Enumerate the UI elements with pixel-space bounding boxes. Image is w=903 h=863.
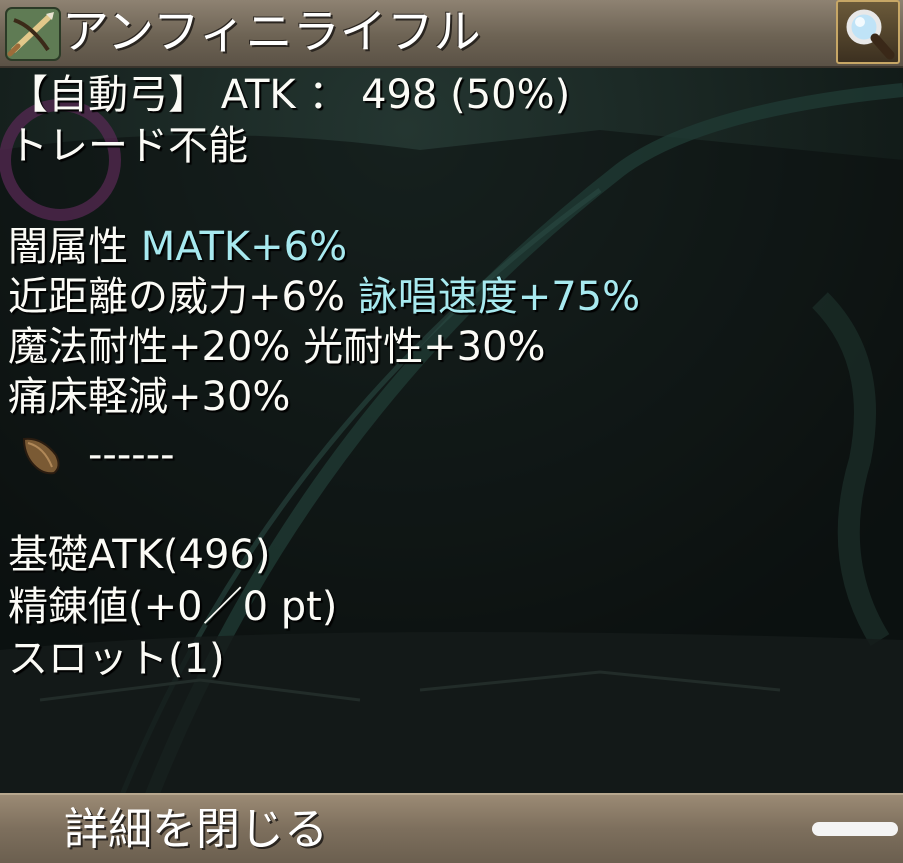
close-details-button[interactable]: 詳細を閉じる — [0, 793, 903, 863]
atk-value: ATK ： 498 (50%) — [220, 72, 571, 118]
weapon-type: 【自動弓】 — [8, 72, 208, 118]
title-bar: アンフィニライフル — [0, 0, 903, 68]
card-slot-icon — [20, 433, 66, 479]
item-name-title: アンフィニライフル — [62, 5, 481, 60]
magic-resist-stat: 魔法耐性+20% — [8, 324, 291, 370]
cast-speed-stat: 詠唱速度+75% — [357, 274, 641, 320]
refine-value: 精錬値(+0／0 pt) — [8, 584, 338, 630]
card-slot-empty: ------ — [88, 432, 175, 478]
crossbow-icon — [4, 6, 62, 62]
melee-power-stat: 近距離の威力+6% — [8, 274, 345, 320]
element-label: 闇属性 — [8, 224, 128, 270]
trade-restriction: トレード不能 — [8, 123, 248, 169]
base-atk: 基礎ATK(496) — [8, 532, 271, 578]
stat-line-2: 魔法耐性+20% 光耐性+30% — [8, 322, 546, 372]
search-button[interactable] — [836, 0, 900, 64]
element-bonus: MATK+6% — [140, 224, 348, 270]
pain-reduction-stat: 痛床軽減+30% — [8, 374, 291, 420]
slot-count: スロット(1) — [8, 636, 225, 682]
weapon-type-atk-line: 【自動弓】 ATK ： 498 (50%) — [8, 70, 570, 120]
stat-line-1: 近距離の威力+6% 詠唱速度+75% — [8, 272, 640, 322]
scroll-handle[interactable] — [812, 822, 898, 836]
close-details-label: 詳細を閉じる — [64, 804, 328, 855]
element-line: 闇属性 MATK+6% — [8, 222, 347, 272]
light-resist-stat: 光耐性+30% — [303, 324, 546, 370]
